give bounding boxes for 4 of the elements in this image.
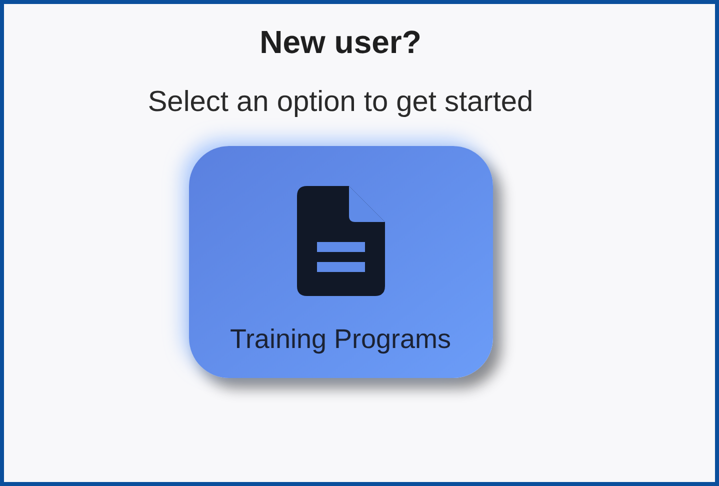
subheading: Select an option to get started — [148, 85, 534, 120]
document-icon — [296, 186, 384, 296]
heading: New user? — [260, 23, 422, 62]
option-card[interactable]: Training Programs — [188, 146, 492, 378]
